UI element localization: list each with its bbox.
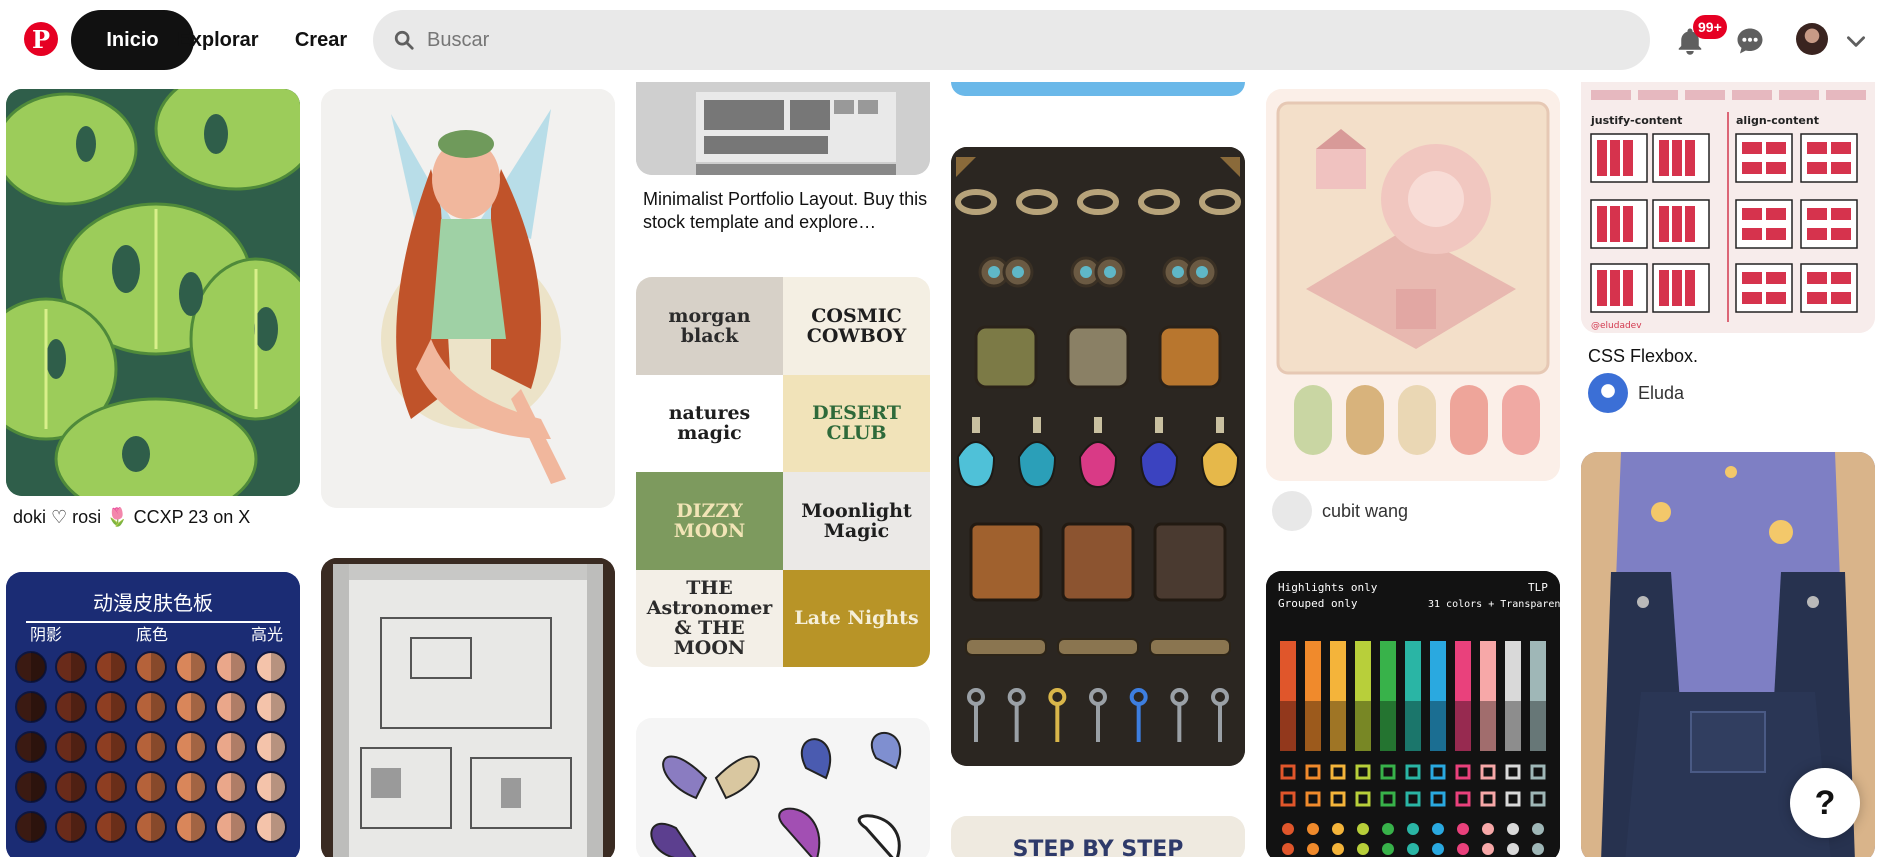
pin-image-skin-palette[interactable]: 动漫皮肤色板 阴影 底色 高光: [6, 572, 300, 857]
author-avatar[interactable]: [1588, 373, 1628, 413]
search-icon: [394, 30, 414, 50]
pinterest-logo-icon[interactable]: P: [24, 22, 58, 56]
pin-image-blue-strip[interactable]: [951, 82, 1245, 96]
messages-button[interactable]: [1728, 19, 1772, 63]
pin-title[interactable]: Minimalist Portfolio Layout. Buy this st…: [643, 188, 928, 234]
palette-line-1: Highlights only: [1278, 581, 1378, 594]
chevron-down-icon[interactable]: [1843, 28, 1869, 54]
pin-image-pixel-palette[interactable]: Highlights only Grouped only TLP 31 colo…: [1266, 571, 1560, 857]
font-tile: DESERT CLUB: [783, 374, 930, 472]
skin-chart-title: 动漫皮肤色板: [93, 591, 213, 615]
palette-count: 31 colors + Transparency: [1428, 599, 1560, 610]
font-tile: morgan black: [636, 277, 783, 375]
flexbox-handle: @eludadev: [1591, 321, 1642, 331]
author-avatar[interactable]: [1272, 491, 1312, 531]
author-name[interactable]: Eluda: [1638, 383, 1684, 404]
author-name[interactable]: cubit wang: [1322, 501, 1408, 522]
user-avatar[interactable]: [1796, 23, 1828, 55]
pin-image-flexbox[interactable]: justify-content align-content @eludadev: [1581, 82, 1875, 333]
notifications-badge: 99+: [1693, 15, 1727, 39]
skin-label-shadow: 阴影: [30, 625, 62, 644]
pin-image-monstera[interactable]: [6, 89, 300, 496]
font-tile: THE Astronomer & THE MOON: [636, 569, 783, 667]
palette-line-2: Grouped only: [1278, 597, 1358, 610]
search-input[interactable]: [427, 28, 1627, 52]
pin-title[interactable]: doki ♡ rosi 🌷 CCXP 23 on X: [13, 506, 303, 529]
pin-image-fairy[interactable]: [321, 89, 615, 508]
skin-label-highlight: 高光: [251, 625, 283, 644]
pin-image-item-icons[interactable]: [951, 147, 1245, 766]
font-tile: Late Nights: [783, 569, 930, 667]
step-by-step-text: STEP BY STEP: [1013, 837, 1184, 857]
pin-image-map-notebook[interactable]: [321, 558, 615, 857]
chat-bubble-icon: [1737, 28, 1763, 54]
font-tile: natures magic: [636, 374, 783, 472]
search-bar[interactable]: [373, 10, 1650, 70]
pin-title[interactable]: CSS Flexbox.: [1588, 345, 1698, 368]
nav-explore-button[interactable]: Explorar: [160, 10, 276, 70]
top-nav-bar: P Inicio Explorar Crear 99+: [0, 0, 1890, 82]
skin-label-base: 底色: [136, 625, 168, 644]
flexbox-justify-label: justify-content: [1590, 114, 1682, 127]
nav-create-button[interactable]: Crear: [275, 10, 367, 70]
pin-image-pink-map[interactable]: [1266, 89, 1560, 481]
pin-author[interactable]: cubit wang: [1272, 491, 1408, 531]
pin-image-butterflies[interactable]: [636, 718, 930, 857]
pin-image-portfolio-layout[interactable]: [636, 82, 930, 175]
font-tile: Moonlight Magic: [783, 472, 930, 570]
font-tile: DIZZY MOON: [636, 472, 783, 570]
pin-image-step-by-step[interactable]: STEP BY STEP: [951, 816, 1245, 857]
font-tile: COSMIC COWBOY: [783, 277, 930, 375]
help-button[interactable]: ?: [1790, 768, 1860, 838]
palette-tag: TLP: [1528, 581, 1548, 594]
pin-author[interactable]: Eluda: [1588, 373, 1684, 413]
flexbox-align-label: align-content: [1736, 114, 1819, 127]
pin-image-font-tiles[interactable]: morgan black COSMIC COWBOY natures magic DE…: [636, 277, 930, 667]
